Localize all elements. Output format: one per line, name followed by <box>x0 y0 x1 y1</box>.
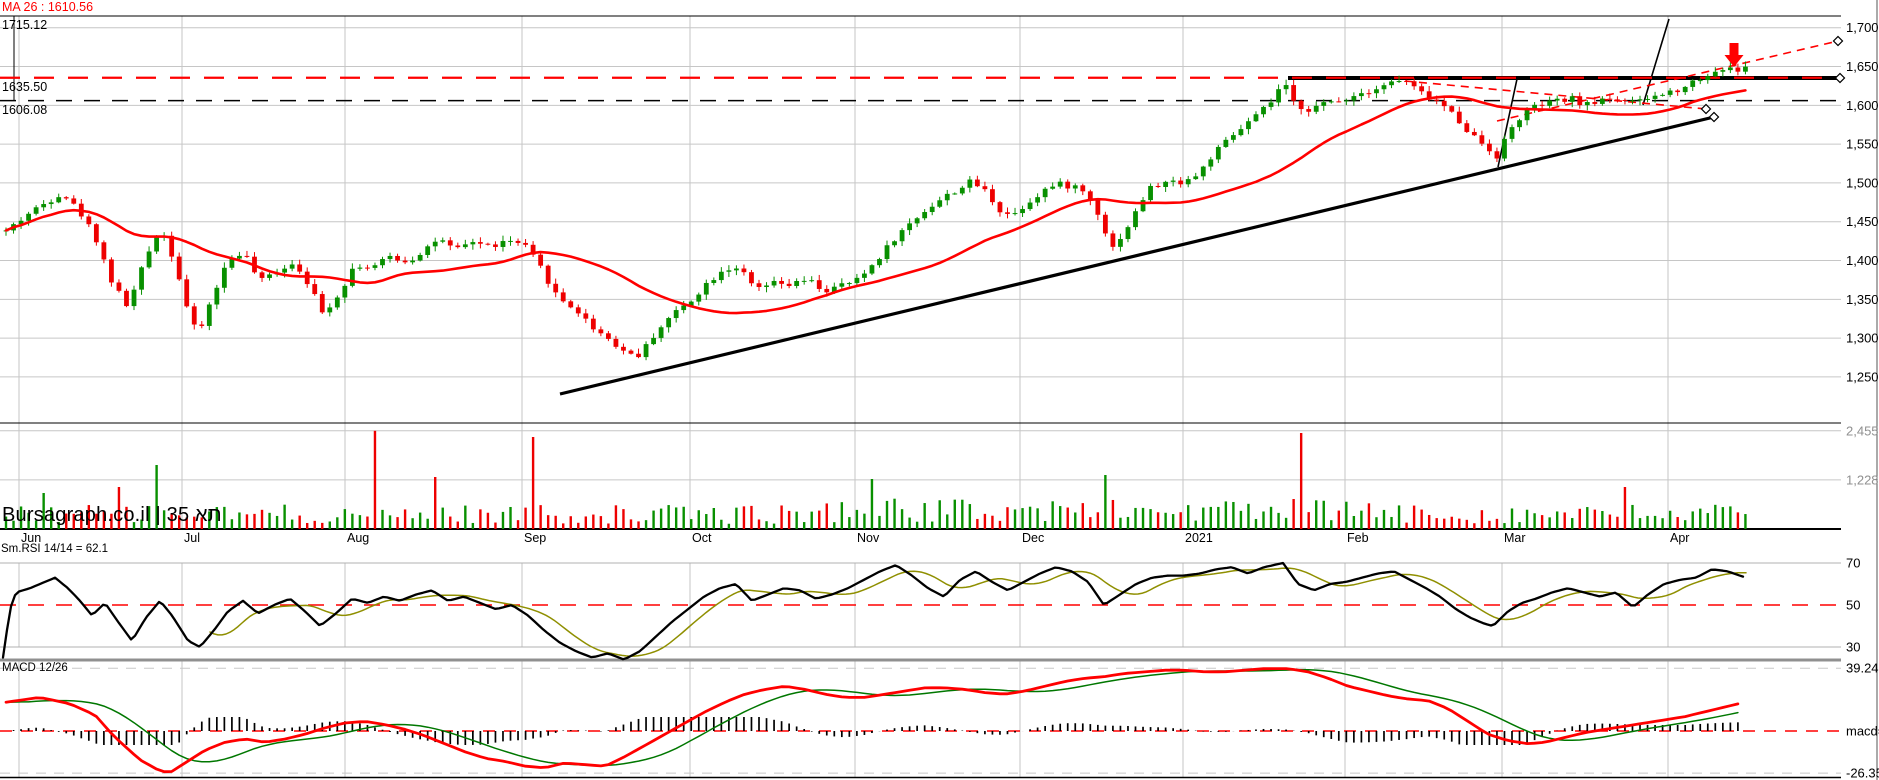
month-axis-label: Mar <box>1504 531 1526 545</box>
macd-line <box>4 667 1740 774</box>
volume-axis-tick-label: 1,228 <box>1846 472 1879 487</box>
rsi-axis-tick-label: 30 <box>1846 640 1860 655</box>
price-axis-tick-label: 1,300 <box>1846 331 1879 346</box>
stock-chart-canvas: 1,700 1,650 1,600 1,550 1,500 1,450 1,400 1,350… <box>0 0 1879 780</box>
rsi-axis-tick-label: 50 <box>1846 598 1860 613</box>
trendline-handle[interactable] <box>1708 111 1720 123</box>
candlestick-series <box>3 61 1748 361</box>
trendline-handle[interactable] <box>1834 72 1846 84</box>
macd-axis-tick-label: 39.24 <box>1846 661 1879 676</box>
price-axis-tick-label: 1,350 <box>1846 292 1879 307</box>
macd-axis-tick-label: macd= <box>1846 724 1879 739</box>
price-axis-tick-label: 1,400 <box>1846 253 1879 268</box>
trendline-handle[interactable] <box>1832 35 1844 47</box>
ma26-value-label: MA 26 : 1610.56 <box>2 0 94 14</box>
macd-axis-tick-label: -26.35 <box>1846 766 1879 780</box>
month-axis-label: Dec <box>1022 531 1044 545</box>
volume-axis-tick-label: 2,455 <box>1846 423 1879 438</box>
price-axis-tick-label: 1,500 <box>1846 175 1879 190</box>
month-axis-label: Sep <box>524 531 546 545</box>
macd-signal-line <box>5 669 1739 767</box>
month-axis-label: Apr <box>1670 531 1689 545</box>
support-trendline[interactable] <box>559 115 1715 396</box>
ma26-line <box>4 89 1747 315</box>
sell-arrow-icon[interactable] <box>1724 43 1744 67</box>
bursagraph-watermark: Bursagraph.co.il | 35 תא <box>2 504 222 526</box>
rsi-smooth-line <box>209 567 1747 657</box>
scale-top-value-label: 1715.12 <box>2 18 48 32</box>
price-axis-tick-label: 1,700 <box>1846 20 1879 35</box>
month-axis-label: 2021 <box>1185 531 1213 545</box>
month-axis-label: Oct <box>692 531 712 545</box>
price-axis-tick-label: 1,600 <box>1846 98 1879 113</box>
stock-chart-window: 1,700 1,650 1,600 1,550 1,500 1,450 1,400 1,350… <box>0 0 1879 780</box>
resistance-level-label: 1635.50 <box>2 80 48 94</box>
price-axis-tick-label: 1,250 <box>1846 369 1879 384</box>
rsi-axis-tick-label: 70 <box>1846 556 1860 571</box>
prev-close-level-label: 1606.08 <box>2 103 48 117</box>
month-axis-label: Aug <box>347 531 369 545</box>
month-axis-label: Feb <box>1347 531 1369 545</box>
month-axis-label: Jul <box>184 531 200 545</box>
price-axis-tick-label: 1,550 <box>1846 137 1879 152</box>
price-axis-tick-label: 1,650 <box>1846 59 1879 74</box>
steep-trendline-a[interactable] <box>1497 78 1518 168</box>
steep-trendline-b[interactable] <box>1642 18 1670 106</box>
rsi-indicator-label: Sm.RSI 14/14 = 62.1 <box>1 543 109 555</box>
month-axis-label: Nov <box>857 531 880 545</box>
macd-indicator-label: MACD 12/26 <box>2 662 68 674</box>
price-axis-tick-label: 1,450 <box>1846 214 1879 229</box>
